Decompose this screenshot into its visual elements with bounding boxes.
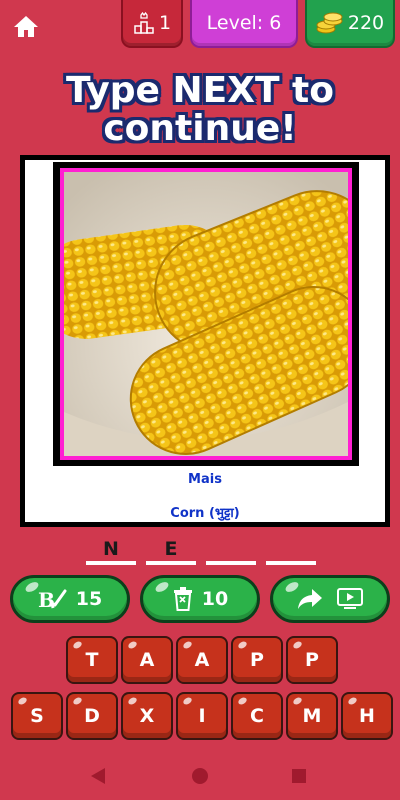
hint-count: 15 xyxy=(75,588,103,610)
caption-translation: Corn (भुट्टा) xyxy=(170,506,240,521)
letter-tile-label: P xyxy=(305,649,319,671)
letter-tile[interactable]: X xyxy=(121,692,173,740)
system-nav-bar xyxy=(0,752,400,800)
letter-tile[interactable]: A xyxy=(176,636,228,684)
level-label: Level: 6 xyxy=(206,12,282,34)
letter-tile[interactable]: P xyxy=(231,636,283,684)
letter-tile-label: A xyxy=(139,649,155,671)
headline-line-2: continue! xyxy=(103,108,297,149)
answer-slot-2[interactable]: E xyxy=(146,537,196,565)
caption-main: Mais xyxy=(188,472,222,487)
letter-tile-label: H xyxy=(359,705,375,727)
recents-icon[interactable] xyxy=(292,769,306,783)
letter-tile-label: D xyxy=(84,705,100,727)
letter-tile-label: S xyxy=(30,705,44,727)
letter-tile-label: M xyxy=(302,705,322,727)
letter-tile-label: C xyxy=(250,705,264,727)
letter-tile[interactable]: A xyxy=(121,636,173,684)
rank-value: 1 xyxy=(158,12,172,34)
share-video-button[interactable] xyxy=(270,575,390,623)
trash-icon xyxy=(172,587,194,611)
letter-tile[interactable]: I xyxy=(176,692,228,740)
home-icon xyxy=(14,16,38,37)
video-play-icon xyxy=(337,588,363,610)
coins-value: 220 xyxy=(347,12,385,34)
back-icon[interactable] xyxy=(91,768,105,784)
answer-slot-3[interactable] xyxy=(206,537,256,565)
coins-icon xyxy=(316,12,344,34)
letter-tile[interactable]: P xyxy=(286,636,338,684)
hint-button[interactable]: B 15 xyxy=(10,575,130,623)
answer-slot-4[interactable] xyxy=(266,537,316,565)
podium-icon xyxy=(133,12,155,34)
level-badge: Level: 6 xyxy=(190,0,298,48)
answer-slot-1[interactable]: N xyxy=(86,537,136,565)
photo-frame xyxy=(53,162,359,466)
corn-photo xyxy=(60,168,352,460)
home-circle-icon[interactable] xyxy=(192,768,208,784)
letter-tile[interactable]: C xyxy=(231,692,283,740)
paint-brush-icon: B xyxy=(38,587,68,611)
remove-count: 10 xyxy=(201,588,229,610)
picture-card: Mais Corn (भुट्टा) xyxy=(20,155,390,527)
letter-tile-label: X xyxy=(139,705,155,727)
letter-tile[interactable]: S xyxy=(11,692,63,740)
share-arrow-icon xyxy=(297,588,323,610)
headline: Type NEXT to continue! xyxy=(0,72,400,148)
letter-tile[interactable]: T xyxy=(66,636,118,684)
letter-tile-label: P xyxy=(250,649,264,671)
rank-badge[interactable]: 1 xyxy=(121,0,183,48)
letter-tile-label: A xyxy=(194,649,210,671)
letter-tile[interactable]: H xyxy=(341,692,393,740)
letter-tile-label: T xyxy=(85,649,99,671)
coins-badge[interactable]: 220 xyxy=(305,0,395,48)
answer-slots: N E xyxy=(86,537,316,567)
home-button[interactable] xyxy=(8,8,44,44)
letter-tile-label: I xyxy=(198,705,206,727)
headline-line-1: Type NEXT to xyxy=(66,70,334,111)
letter-tile[interactable]: D xyxy=(66,692,118,740)
remove-letters-button[interactable]: 10 xyxy=(140,575,260,623)
letter-tile[interactable]: M xyxy=(286,692,338,740)
